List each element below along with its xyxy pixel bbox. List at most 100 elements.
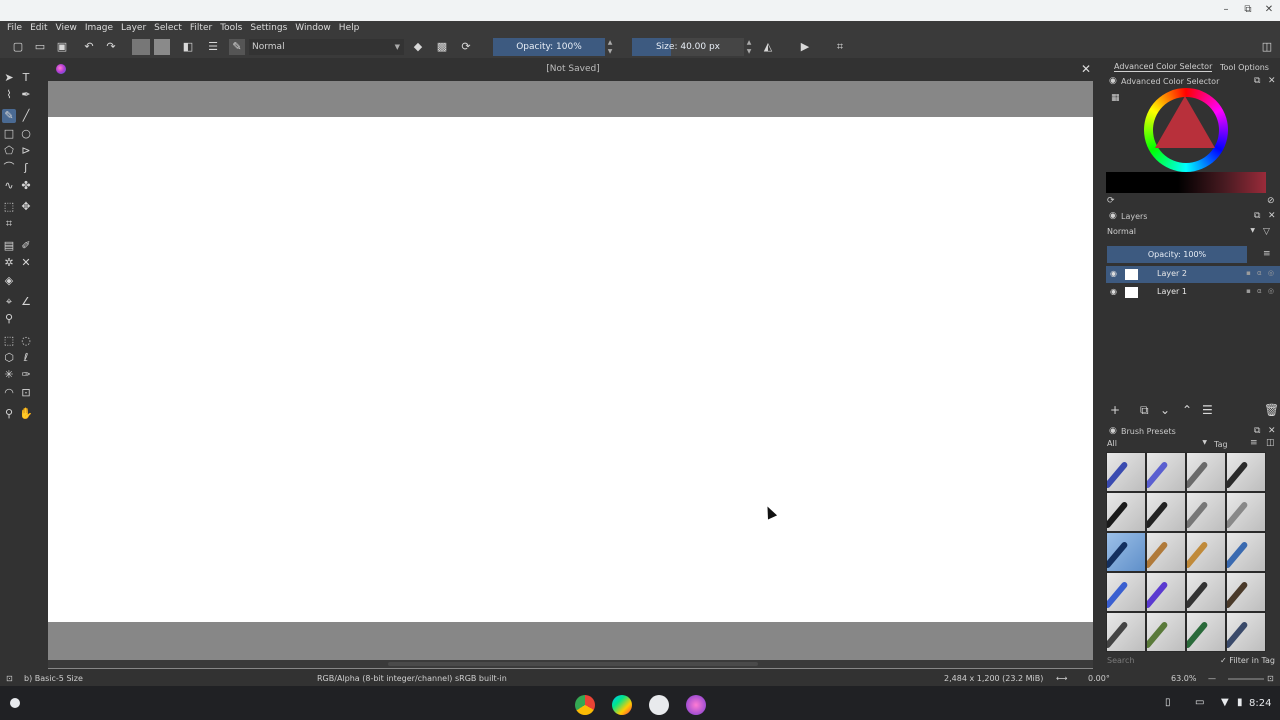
minimize-icon[interactable]: – [1218,3,1234,17]
brush-preset-tile[interactable] [1146,572,1186,612]
calligraphy-tool-icon[interactable]: ✒ [19,88,33,102]
move-tool-icon[interactable]: ✥ [19,200,33,214]
brush-preset-tile[interactable] [1106,452,1146,492]
layers-menu-icon[interactable]: ≡ [1263,249,1271,259]
menu-help[interactable]: Help [335,21,364,36]
rectangular-selection-tool-icon[interactable]: ⬚ [2,334,16,348]
bezier-selection-tool-icon[interactable]: ◠ [2,386,16,400]
layers-lock-icon[interactable]: ◉ [1109,211,1117,221]
fill-tool-icon[interactable]: ◈ [2,274,16,288]
menu-settings[interactable]: Settings [246,21,291,36]
battery-icon[interactable]: ▮ [1237,697,1243,708]
brush-preset-tile[interactable] [1146,532,1186,572]
layers-float-icon[interactable]: ⧉ [1254,211,1260,221]
status-zoom[interactable]: 63.0% [1171,674,1196,683]
brush-preset-tile[interactable] [1226,452,1266,492]
mirror-vertical-icon[interactable]: ▶ [797,39,813,55]
brush-preset-tile[interactable] [1146,452,1186,492]
crop-tool-icon[interactable]: ⌗ [2,217,16,231]
brush-preset-tile[interactable] [1186,612,1226,652]
color-refresh-icon[interactable]: ⟳ [1107,196,1115,206]
screen-capture-icon[interactable]: ▭ [1195,697,1204,708]
mirror-horizontal-icon[interactable]: ◭ [760,39,776,55]
document-tab[interactable]: [Not Saved] ✕ [48,59,1093,81]
brush-preset-tile[interactable] [1186,452,1226,492]
select-shapes-tool-icon[interactable]: ➤ [2,71,16,85]
presets-filter-select[interactable]: All ▼ [1107,439,1207,448]
color-triangle[interactable] [1155,96,1215,148]
blend-mode-select[interactable]: Normal ▼ [249,39,404,55]
new-document-icon[interactable]: ▢ [10,39,26,55]
add-layer-icon[interactable]: + [1110,403,1120,417]
zoom-slider[interactable] [1228,678,1264,680]
gradient-swatch-icon[interactable] [132,39,150,55]
redo-icon[interactable]: ↷ [103,39,119,55]
brush-preset-tile[interactable] [1226,532,1266,572]
size-slider[interactable]: Size: 40.00 px [632,38,744,56]
vertical-scrollbar[interactable] [1093,81,1103,659]
polygon-tool-icon[interactable]: ⬠ [2,144,16,158]
tab-advanced-color-selector[interactable]: Advanced Color Selector [1114,62,1213,72]
transform-tool-icon[interactable]: ⬚ [2,200,16,214]
freehand-brush-tool-icon[interactable]: ✎ [2,109,16,123]
colorize-mask-tool-icon[interactable]: ✲ [2,256,16,270]
workspace-icon[interactable]: ◫ [1259,39,1275,55]
tab-tool-options[interactable]: Tool Options [1220,63,1269,72]
menu-select[interactable]: Select [150,21,186,36]
similar-color-selection-tool-icon[interactable]: ✑ [19,368,33,382]
canvas-area[interactable]: [Not Saved] ✕ [48,59,1093,669]
brush-preset-tile[interactable] [1106,492,1146,532]
reference-images-tool-icon[interactable]: ⚲ [2,312,16,326]
float-panel-icon[interactable]: ⧉ [1254,76,1260,86]
layer-name[interactable]: Layer 2 [1157,269,1187,278]
polygonal-selection-tool-icon[interactable]: ⬡ [2,351,16,365]
assistant-tool-icon[interactable]: ⌖ [2,295,16,309]
magnetic-selection-tool-icon[interactable]: ⊡ [19,386,33,400]
close-panel-icon[interactable]: ✕ [1268,76,1276,86]
smart-patch-tool-icon[interactable]: ✕ [19,256,33,270]
undo-icon[interactable]: ↶ [81,39,97,55]
move-layer-down-icon[interactable]: ⌄ [1160,403,1170,417]
menu-filter[interactable]: Filter [186,21,216,36]
zoom-tool-icon[interactable]: ⚲ [2,407,16,421]
opacity-slider[interactable]: Opacity: 100% [493,38,605,56]
line-tool-icon[interactable]: ╱ [19,109,33,123]
brush-preset-tile[interactable] [1226,612,1266,652]
presets-search-input[interactable]: Search [1107,656,1207,665]
layers-blend-select[interactable]: Normal ▼ [1107,227,1255,239]
filter-in-tag-checkbox[interactable]: ✓ Filter in Tag [1220,656,1275,665]
brush-settings-icon[interactable]: ☰ [205,39,221,55]
visibility-eye-icon[interactable]: ◉ [1110,287,1117,296]
scrollbar-thumb[interactable] [388,662,758,666]
size-spin[interactable]: ▲ ▼ [744,38,754,56]
color-picker-tool-icon[interactable]: ✐ [19,239,33,253]
pan-tool-icon[interactable]: ✋ [19,407,33,421]
fit-page-icon[interactable]: ⊡ [1267,674,1274,683]
layer-flags-icon[interactable]: ▪ α ◎ [1246,287,1276,295]
contiguous-selection-tool-icon[interactable]: ✳ [2,368,16,382]
measure-tool-icon[interactable]: ∠ [19,295,33,309]
text-tool-icon[interactable]: T [19,71,33,85]
menu-layer[interactable]: Layer [117,21,150,36]
polyline-tool-icon[interactable]: ⊳ [19,144,33,158]
canvas-paper[interactable] [48,117,1093,622]
menu-edit[interactable]: Edit [26,21,51,36]
brush-preset-tile[interactable] [1106,612,1146,652]
brush-preset-tile[interactable] [1186,532,1226,572]
layers-opacity-slider[interactable]: Opacity: 100% [1107,246,1247,263]
menu-file[interactable]: File [3,21,26,36]
close-document-icon[interactable]: ✕ [1081,62,1091,76]
menu-view[interactable]: View [52,21,81,36]
brush-preset-tile[interactable] [1226,572,1266,612]
bezier-tool-icon[interactable]: ⌒ [2,161,16,175]
presets-tag-button[interactable]: Tag [1214,440,1228,449]
files-app-icon[interactable] [649,695,669,715]
zoom-out-icon[interactable]: — [1208,674,1216,683]
brush-preset-status-icon[interactable]: ⊡ [6,674,13,683]
brush-preset-tile[interactable] [1106,572,1146,612]
krita-app-icon[interactable] [686,695,706,715]
play-store-app-icon[interactable] [612,695,632,715]
layers-filter-icon[interactable]: ▽ [1263,227,1270,237]
presets-close-icon[interactable]: ✕ [1268,426,1276,436]
multibrush-tool-icon[interactable]: ✤ [19,179,33,193]
